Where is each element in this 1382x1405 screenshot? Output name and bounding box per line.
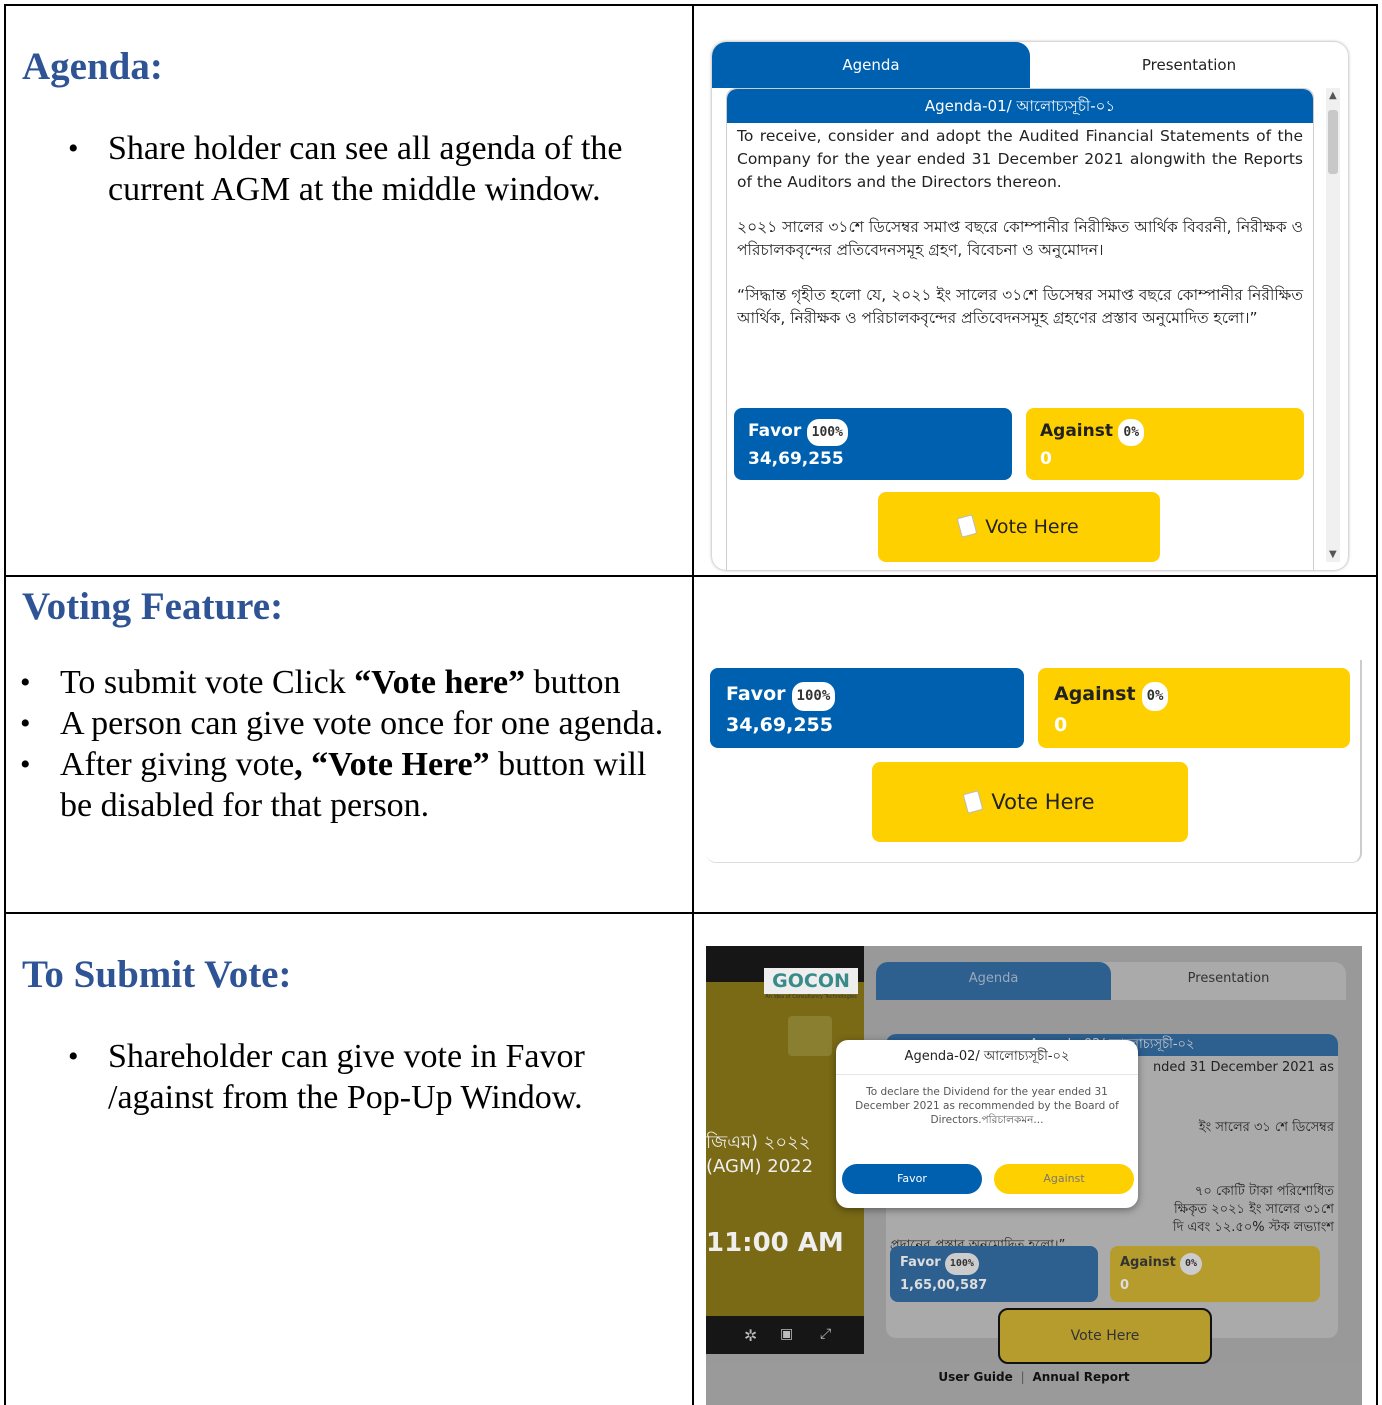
tab-agenda[interactable]: Agenda [876, 962, 1111, 1000]
list-item: After giving vote, “Vote Here” button wi… [12, 744, 682, 826]
section-heading-voting: Voting Feature: [22, 585, 284, 628]
against-label: Against [1040, 421, 1113, 441]
video-text: (AGM) 2022 [706, 1156, 814, 1177]
against-card: Against 0% 0 [1038, 668, 1350, 748]
footer: User Guide | Annual Report [706, 1364, 1362, 1405]
fullscreen-icon[interactable]: ⤢ [820, 1326, 831, 1342]
favor-card: Favor 100% 1,65,00,587 [890, 1246, 1098, 1302]
agenda-panel-screenshot: Agenda Presentation Agenda-01/ আলোচ্যসূচ… [712, 42, 1348, 570]
section-heading-submit: To Submit Vote: [22, 953, 292, 996]
popup-favor-button[interactable]: Favor [842, 1164, 982, 1194]
agenda-body: To receive, consider and adopt the Audit… [727, 123, 1313, 332]
vote-here-button[interactable]: Vote Here [872, 762, 1188, 842]
list-item: Shareholder can give vote in Favor /agai… [60, 1036, 680, 1118]
vote-here-button[interactable]: Vote Here [998, 1308, 1212, 1364]
submit-vote-screenshot: GOCON An idea of Consultancy Technologie… [706, 946, 1362, 1405]
favor-count: 34,69,255 [726, 714, 833, 736]
against-count: 0 [1054, 714, 1068, 736]
favor-card: Favor 100% 34,69,255 [710, 668, 1024, 748]
against-percent-badge: 0% [1141, 682, 1169, 711]
popup-against-button[interactable]: Against [994, 1164, 1134, 1194]
user-guide-link[interactable]: User Guide [938, 1370, 1012, 1384]
scroll-thumb[interactable] [1328, 110, 1338, 174]
pencil-icon [963, 790, 984, 814]
popup-title: Agenda-02/ আলোচ্যসূচী-০২ [836, 1040, 1138, 1075]
favor-percent-badge: 100% [791, 682, 836, 711]
submit-bullets: Shareholder can give vote in Favor /agai… [60, 1036, 680, 1118]
section-heading-agenda: Agenda: [22, 45, 163, 88]
video-time: 11:00 AM [706, 1228, 844, 1258]
favor-label: Favor [726, 683, 786, 705]
pencil-icon [956, 514, 978, 538]
table-divider [4, 912, 1378, 914]
popup-text: To declare the Dividend for the year end… [855, 1086, 1119, 1126]
list-item: A person can give vote once for one agen… [12, 703, 682, 744]
company-logo [788, 1016, 832, 1056]
gocon-logo: GOCON [764, 968, 858, 994]
pip-icon[interactable]: ▣ [780, 1326, 793, 1342]
tab-presentation[interactable]: Presentation [1111, 962, 1346, 1000]
scrollbar[interactable]: ▲ ▼ [1326, 88, 1340, 562]
against-label: Against [1054, 683, 1136, 705]
against-percent-badge: 0% [1118, 419, 1145, 446]
settings-icon[interactable]: ✲ [744, 1326, 757, 1345]
tab-presentation[interactable]: Presentation [1030, 42, 1348, 88]
agenda-bullets: Share holder can see all agenda of the c… [60, 128, 680, 210]
voting-feature-screenshot: Favor 100% 34,69,255 Against 0% 0 Vote H… [706, 660, 1362, 863]
agenda-title: Agenda-01/ আলোচ্যসূচী-০১ [727, 89, 1313, 123]
list-item: To submit vote Click “Vote here” button [12, 662, 682, 703]
video-text: জিএম) ২০২২ [706, 1132, 811, 1153]
favor-card: Favor 100% 34,69,255 [734, 408, 1012, 480]
table-divider [4, 575, 1378, 577]
agenda-text-bn: ২০২১ সালের ৩১শে ডিসেম্বর সমাপ্ত বছরে কোম… [737, 218, 1303, 259]
against-card: Against 0% 0 [1026, 408, 1304, 480]
scroll-up-icon[interactable]: ▲ [1329, 90, 1337, 101]
tab-agenda[interactable]: Agenda [712, 42, 1030, 88]
scroll-down-icon[interactable]: ▼ [1329, 549, 1337, 560]
vote-popup: Agenda-02/ আলোচ্যসূচী-০২ To declare the … [836, 1040, 1138, 1208]
against-count: 0 [1040, 449, 1052, 469]
favor-count: 34,69,255 [748, 449, 844, 469]
vote-here-button[interactable]: Vote Here [878, 492, 1160, 562]
list-item: Share holder can see all agenda of the c… [60, 128, 680, 210]
favor-percent-badge: 100% [806, 419, 848, 446]
table-divider [692, 4, 694, 1405]
annual-report-link[interactable]: Annual Report [1032, 1370, 1129, 1384]
voting-bullets: To submit vote Click “Vote here” button … [12, 662, 682, 826]
favor-label: Favor [748, 421, 802, 441]
tab-bar: Agenda Presentation [712, 42, 1348, 88]
tab-bar: Agenda Presentation [876, 962, 1346, 1000]
agenda-text-en: To receive, consider and adopt the Audit… [737, 127, 1303, 191]
against-card: Against 0% 0 [1110, 1246, 1320, 1302]
agenda-resolution-bn: “সিদ্ধান্ত গৃহীত হলো যে, ২০২১ ইং সালের ৩… [737, 286, 1303, 327]
